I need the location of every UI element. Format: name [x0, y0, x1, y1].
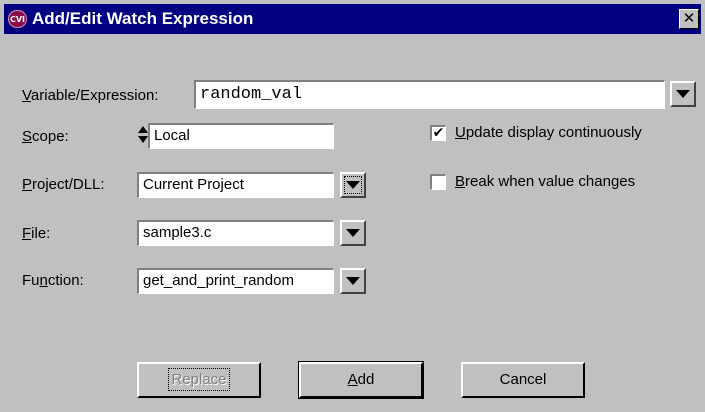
close-icon: ✕ [682, 9, 696, 27]
window-title: Add/Edit Watch Expression [32, 9, 254, 28]
chevron-down-icon [346, 181, 360, 189]
file-dropdown-button[interactable] [340, 220, 366, 246]
project-label: Project/DLL: [22, 176, 105, 193]
scope-field[interactable]: Local [148, 123, 334, 149]
expression-label: Variable/Expression: [22, 87, 159, 104]
scope-label: Scope: [22, 128, 69, 145]
update-continuously-label[interactable]: Update display continuously [455, 124, 642, 141]
expression-input[interactable]: random_val [194, 80, 665, 109]
file-field[interactable]: sample3.c [137, 220, 334, 246]
replace-button[interactable]: Replace [137, 362, 261, 398]
chevron-down-icon [346, 229, 360, 237]
function-field[interactable]: get_and_print_random [137, 268, 334, 294]
chevron-down-icon [346, 277, 360, 285]
close-button[interactable]: ✕ [679, 9, 699, 29]
spin-up-icon[interactable] [138, 126, 148, 133]
function-label: Function: [22, 272, 84, 289]
app-icon[interactable]: CVI [8, 10, 27, 28]
dialog-window: CVI Add/Edit Watch Expression ✕ Variable… [0, 0, 705, 412]
checkmark-icon: ✔ [432, 125, 445, 141]
title-bar[interactable]: CVI Add/Edit Watch Expression ✕ [4, 4, 701, 34]
file-label: File: [22, 225, 51, 242]
add-button[interactable]: Add [298, 361, 424, 399]
break-on-change-checkbox[interactable] [430, 174, 446, 190]
function-dropdown-button[interactable] [340, 268, 366, 294]
expression-dropdown-button[interactable] [670, 81, 696, 107]
project-field[interactable]: Current Project [137, 172, 334, 198]
cancel-button[interactable]: Cancel [461, 362, 585, 398]
spin-down-icon[interactable] [138, 136, 148, 143]
break-on-change-label[interactable]: Break when value changes [455, 173, 635, 190]
update-continuously-checkbox[interactable]: ✔ [430, 125, 446, 141]
project-dropdown-button[interactable] [340, 172, 366, 198]
chevron-down-icon [676, 90, 690, 98]
